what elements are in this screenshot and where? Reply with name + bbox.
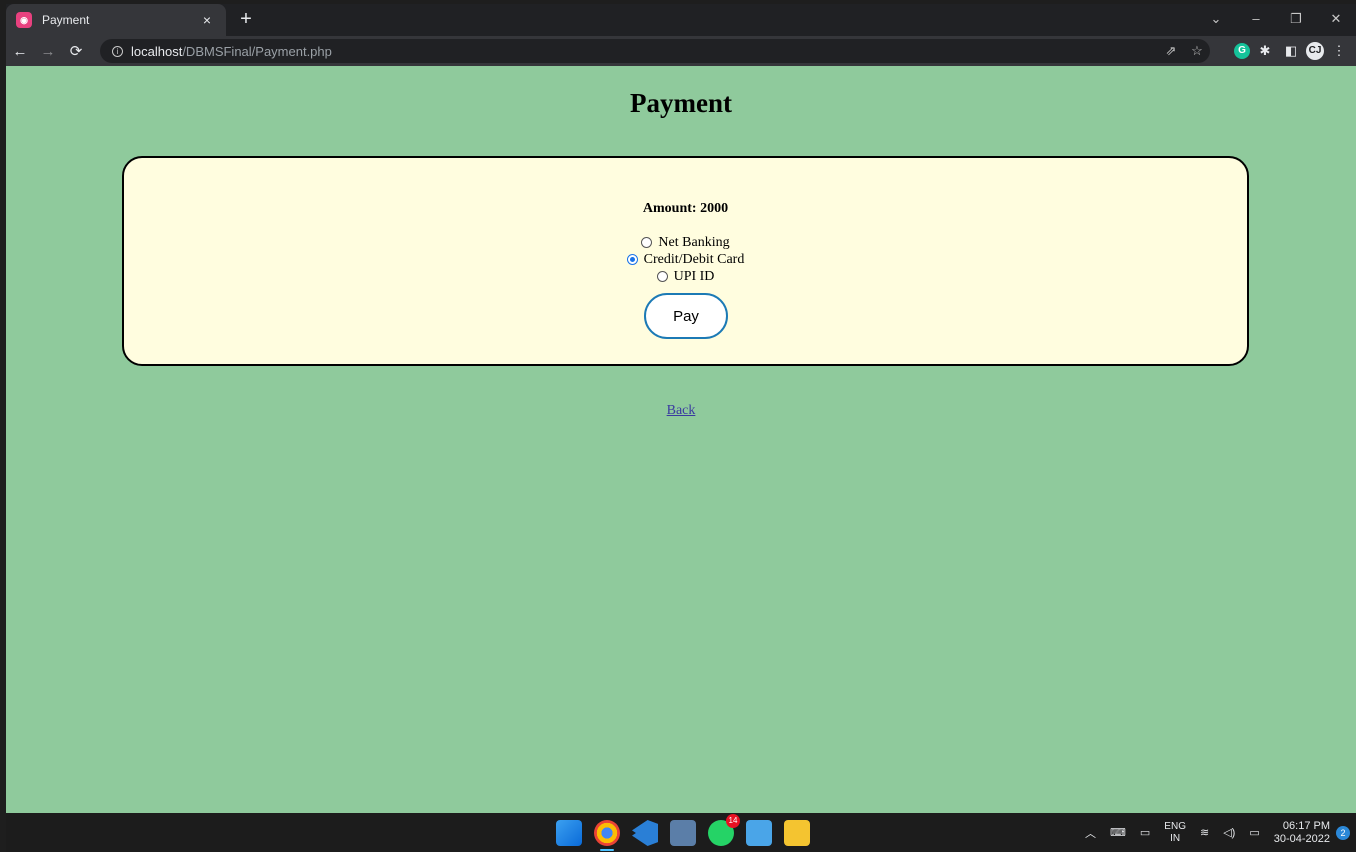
option-net-banking[interactable]: Net Banking [641, 234, 730, 251]
volume-icon[interactable]: ◁) [1223, 826, 1235, 839]
bookmark-star-icon[interactable]: ☆ [1184, 43, 1210, 59]
kebab-menu-icon[interactable]: ⋮ [1328, 42, 1350, 60]
radio-upi-id[interactable] [656, 271, 668, 282]
back-arrow-icon[interactable]: ← [6, 43, 34, 60]
language-indicator[interactable]: ENG IN [1164, 821, 1186, 845]
notification-badge[interactable]: 2 [1336, 825, 1350, 840]
time: 06:17 PM [1282, 819, 1330, 832]
close-icon[interactable]: × [198, 12, 216, 28]
new-tab-button[interactable]: + [234, 8, 258, 32]
notepad-icon[interactable] [746, 820, 772, 846]
radio-credit-debit-card[interactable] [626, 254, 638, 265]
page-title: Payment [630, 88, 732, 118]
mysql-workbench-icon[interactable] [670, 820, 696, 846]
pay-button[interactable]: Pay [644, 293, 728, 339]
file-explorer-icon[interactable] [784, 820, 810, 846]
region-code: IN [1170, 832, 1181, 844]
taskbar-apps: 14 [556, 814, 822, 851]
chevron-up-icon[interactable]: ︿ [1085, 825, 1096, 841]
profile-avatar[interactable]: CJ [1306, 42, 1324, 60]
window-controls: ⌄ – ❐ ✕ [1196, 4, 1356, 36]
url-host: localhost [131, 43, 183, 59]
side-panel-icon[interactable]: ◧ [1280, 42, 1302, 60]
option-credit-debit-card[interactable]: Credit/Debit Card [626, 251, 745, 268]
wifi-icon[interactable]: ≋ [1200, 826, 1209, 839]
tab-payment[interactable]: ◉ Payment × [6, 4, 226, 36]
keyboard-icon[interactable]: ⌨ [1110, 826, 1126, 839]
language-code: ENG [1164, 820, 1186, 832]
tab-strip: ◉ Payment × + ⌄ – ❐ ✕ [6, 4, 1356, 36]
chrome-icon[interactable] [594, 820, 620, 851]
tab-search-icon[interactable]: ⌄ [1196, 4, 1236, 36]
whatsapp-icon[interactable]: 14 [708, 814, 740, 846]
share-icon[interactable]: ⇗ [1158, 43, 1184, 59]
reload-icon[interactable]: ⟳ [62, 42, 90, 60]
option-upi-id[interactable]: UPI ID [656, 268, 715, 285]
minimize-icon[interactable]: – [1236, 4, 1276, 36]
running-indicator [600, 849, 614, 851]
date: 30-04-2022 [1273, 832, 1330, 845]
close-window-icon[interactable]: ✕ [1316, 4, 1356, 36]
screen: ◉ Payment × + ⌄ – ❐ ✕ ← → ⟳ i localhost /… [6, 4, 1356, 852]
option-label: Net Banking [658, 234, 730, 250]
windows-start-icon[interactable] [556, 820, 582, 846]
payment-card: Amount: 2000 Net Banking Credit/Debit Ca… [122, 156, 1249, 366]
vscode-icon[interactable] [632, 820, 658, 846]
whatsapp-badge: 14 [726, 814, 740, 828]
back-link[interactable]: Back [6, 403, 1356, 419]
omnibox-actions: ⇗ ☆ [1158, 39, 1210, 63]
php-icon: ◉ [16, 12, 32, 28]
tab-title: Payment [42, 13, 90, 27]
url-path: /DBMSFinal/Payment.php [182, 43, 332, 59]
page-content: Payment Amount: 2000 Net Banking Credit/… [6, 66, 1356, 813]
payment-options: Net Banking Credit/Debit Card UPI ID [124, 234, 1247, 285]
extensions-area: G ✱ ◧ CJ ⋮ [1230, 41, 1350, 61]
battery-icon[interactable]: ▭ [1249, 826, 1259, 839]
option-label: Credit/Debit Card [643, 251, 745, 267]
browser-toolbar: ← → ⟳ i localhost/DBMSFinal/Payment.php … [6, 36, 1356, 66]
taskbar: 14 ︿ ⌨ ▭ ENG IN ≋ ◁) ▭ 06:17 PM 30-04-2022… [6, 813, 1356, 852]
option-label: UPI ID [673, 268, 715, 284]
radio-net-banking[interactable] [641, 237, 653, 248]
forward-arrow-icon[interactable]: → [34, 43, 62, 60]
puzzle-icon[interactable]: ✱ [1254, 42, 1276, 60]
restore-icon[interactable]: ❐ [1276, 4, 1316, 36]
info-icon[interactable]: i [112, 45, 123, 57]
grammarly-icon[interactable]: G [1234, 43, 1250, 59]
touchpad-icon[interactable]: ▭ [1140, 826, 1150, 839]
system-tray: ︿ ⌨ ▭ ENG IN ≋ ◁) ▭ 06:17 PM 30-04-2022 2 [1071, 813, 1350, 852]
address-bar[interactable]: i localhost/DBMSFinal/Payment.php ⇗ ☆ [100, 39, 1210, 63]
clock[interactable]: 06:17 PM 30-04-2022 [1274, 820, 1330, 846]
amount-label: Amount: 2000 [642, 201, 729, 216]
